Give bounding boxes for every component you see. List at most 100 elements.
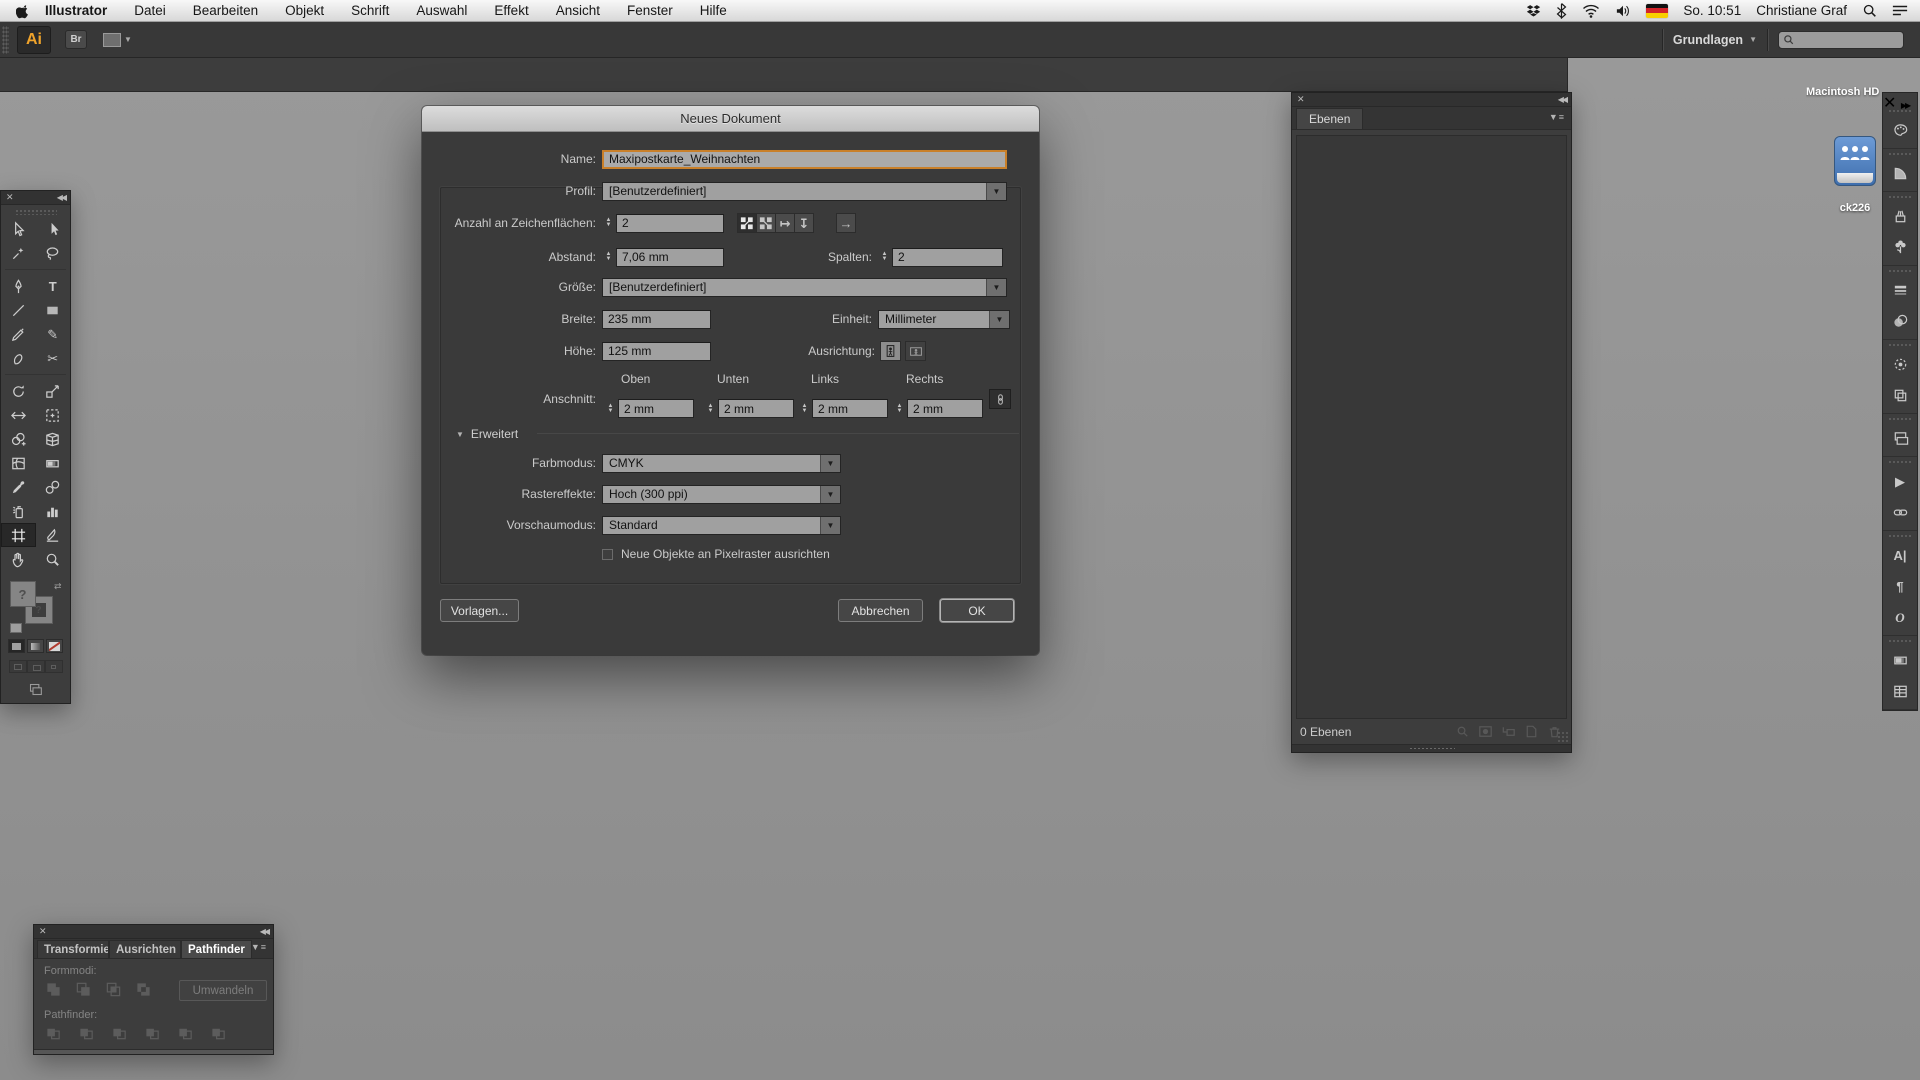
- change-to-rtl-button[interactable]: →: [836, 213, 856, 233]
- tools-panel-grip[interactable]: [15, 209, 57, 215]
- german-flag-icon[interactable]: [1646, 4, 1668, 18]
- lasso-tool[interactable]: [36, 241, 71, 265]
- scale-tool[interactable]: [36, 379, 71, 403]
- dialog-title[interactable]: Neues Dokument: [422, 106, 1039, 132]
- symbol-sprayer-tool[interactable]: [1, 499, 36, 523]
- tab-ausrichten[interactable]: Ausrichten: [109, 940, 181, 958]
- draw-inside-button[interactable]: [45, 660, 63, 673]
- app-search-field[interactable]: [1778, 31, 1904, 49]
- arrange-by-column-button[interactable]: ↧: [794, 213, 814, 233]
- orientation-portrait-button[interactable]: [880, 341, 901, 361]
- profile-dropdown[interactable]: [Benutzerdefiniert] ▼: [602, 182, 1007, 201]
- line-segment-tool[interactable]: [1, 298, 36, 322]
- app-search-input[interactable]: [1797, 34, 1897, 46]
- bleed-top-stepper[interactable]: ▲▼: [604, 399, 617, 418]
- bleed-bottom-stepper[interactable]: ▲▼: [704, 399, 717, 418]
- panel-menu-icon[interactable]: ▼≡: [1549, 112, 1565, 122]
- close-icon[interactable]: ✕: [1883, 95, 1896, 112]
- gradient-quarter-panel-icon[interactable]: [1883, 158, 1917, 189]
- minus-back-icon[interactable]: [210, 1025, 227, 1042]
- links-panel-icon[interactable]: [1883, 497, 1917, 528]
- collapse-icon[interactable]: ◀◀: [260, 927, 268, 936]
- color-mode-dropdown[interactable]: CMYK ▼: [602, 454, 841, 473]
- spacing-field[interactable]: [616, 248, 724, 267]
- gradient-button[interactable]: [27, 639, 44, 653]
- width-field[interactable]: [602, 310, 711, 329]
- grid-by-column-button[interactable]: [756, 213, 776, 233]
- wifi-icon[interactable]: [1582, 4, 1600, 18]
- bluetooth-icon[interactable]: [1556, 3, 1567, 19]
- convert-button[interactable]: Umwandeln: [179, 980, 267, 1001]
- dock-grip[interactable]: [1888, 195, 1912, 200]
- mesh-tool[interactable]: [1, 451, 36, 475]
- gradient-bar-panel-icon[interactable]: [1883, 645, 1917, 676]
- pencil-tool[interactable]: ✎: [36, 322, 71, 346]
- grid-by-row-button[interactable]: [737, 213, 757, 233]
- screen-mode-button[interactable]: [1, 682, 70, 697]
- menu-fenster[interactable]: Fenster: [627, 3, 673, 18]
- color-button[interactable]: [8, 639, 25, 653]
- paintbrush-tool[interactable]: [1, 322, 36, 346]
- symbols-panel-icon[interactable]: [1883, 232, 1917, 263]
- bridge-button[interactable]: Br: [65, 30, 87, 49]
- actions-panel-icon[interactable]: ▶: [1883, 466, 1917, 497]
- paragraph-panel-icon[interactable]: ¶: [1883, 571, 1917, 602]
- gradient-tool[interactable]: [36, 451, 71, 475]
- bleed-left-stepper[interactable]: ▲▼: [798, 399, 811, 418]
- raster-effects-dropdown[interactable]: Hoch (300 ppi) ▼: [602, 485, 841, 504]
- perspective-grid-tool[interactable]: [36, 427, 71, 451]
- advanced-disclosure[interactable]: ▼ Erweitert: [456, 427, 518, 441]
- menu-clock[interactable]: So. 10:51: [1683, 3, 1741, 18]
- menu-hilfe[interactable]: Hilfe: [700, 3, 727, 18]
- selection-tool[interactable]: [1, 217, 36, 241]
- scissors-tool[interactable]: ✂: [36, 346, 71, 370]
- window-bottom-grip[interactable]: [1292, 744, 1571, 752]
- color-panel-icon[interactable]: [1883, 115, 1917, 146]
- size-dropdown[interactable]: [Benutzerdefiniert] ▼: [602, 278, 1007, 297]
- menu-bearbeiten[interactable]: Bearbeiten: [193, 3, 258, 18]
- bleed-top-field[interactable]: [618, 399, 694, 418]
- menu-auswahl[interactable]: Auswahl: [416, 3, 467, 18]
- merge-icon[interactable]: [111, 1025, 128, 1042]
- menu-schrift[interactable]: Schrift: [351, 3, 389, 18]
- height-field[interactable]: [602, 342, 711, 361]
- draw-normal-button[interactable]: [9, 660, 27, 673]
- bleed-left-field[interactable]: [812, 399, 888, 418]
- column-graph-tool[interactable]: [36, 499, 71, 523]
- name-field[interactable]: [602, 150, 1007, 169]
- spacing-stepper[interactable]: ▲▼: [602, 248, 615, 267]
- link-bleeds-button[interactable]: [989, 389, 1011, 409]
- shape-builder-tool[interactable]: [1, 427, 36, 451]
- new-layer-icon[interactable]: [1523, 723, 1540, 740]
- apple-menu-icon[interactable]: [16, 2, 31, 19]
- dock-grip[interactable]: [1888, 343, 1912, 348]
- resize-grip[interactable]: [1557, 731, 1569, 743]
- volume-icon[interactable]: [1615, 4, 1631, 18]
- new-sublayer-icon[interactable]: [1500, 723, 1517, 740]
- crop-icon[interactable]: [144, 1025, 161, 1042]
- default-fill-stroke-icon[interactable]: [10, 623, 22, 633]
- orientation-landscape-button[interactable]: [905, 341, 926, 361]
- ok-button[interactable]: OK: [940, 599, 1014, 622]
- appearance-panel-icon[interactable]: [1883, 349, 1917, 380]
- window-resize-edge[interactable]: [34, 1049, 273, 1054]
- exclude-icon[interactable]: [135, 981, 152, 998]
- blend-tool[interactable]: [36, 475, 71, 499]
- swap-fill-stroke-icon[interactable]: ⇄: [54, 581, 62, 592]
- bleed-bottom-field[interactable]: [718, 399, 794, 418]
- menu-objekt[interactable]: Objekt: [285, 3, 324, 18]
- brushes-panel-icon[interactable]: [1883, 201, 1917, 232]
- pathfinder-panel-icon[interactable]: [1883, 380, 1917, 411]
- free-transform-tool[interactable]: [36, 403, 71, 427]
- hand-tool[interactable]: [1, 547, 36, 571]
- artboards-stepper[interactable]: ▲▼: [602, 214, 615, 233]
- fill-swatch[interactable]: ?: [10, 581, 36, 607]
- desktop-drive-label[interactable]: ck226: [1822, 202, 1888, 214]
- close-icon[interactable]: ✕: [1297, 94, 1305, 105]
- direct-selection-tool[interactable]: [36, 217, 71, 241]
- transparency-panel-icon[interactable]: [1883, 306, 1917, 337]
- expand-icon[interactable]: ▶▶: [1901, 101, 1909, 110]
- arrange-documents-button[interactable]: ▼: [103, 33, 132, 47]
- desktop-volume-label[interactable]: Macintosh HD: [1806, 86, 1880, 98]
- trim-icon[interactable]: [78, 1025, 95, 1042]
